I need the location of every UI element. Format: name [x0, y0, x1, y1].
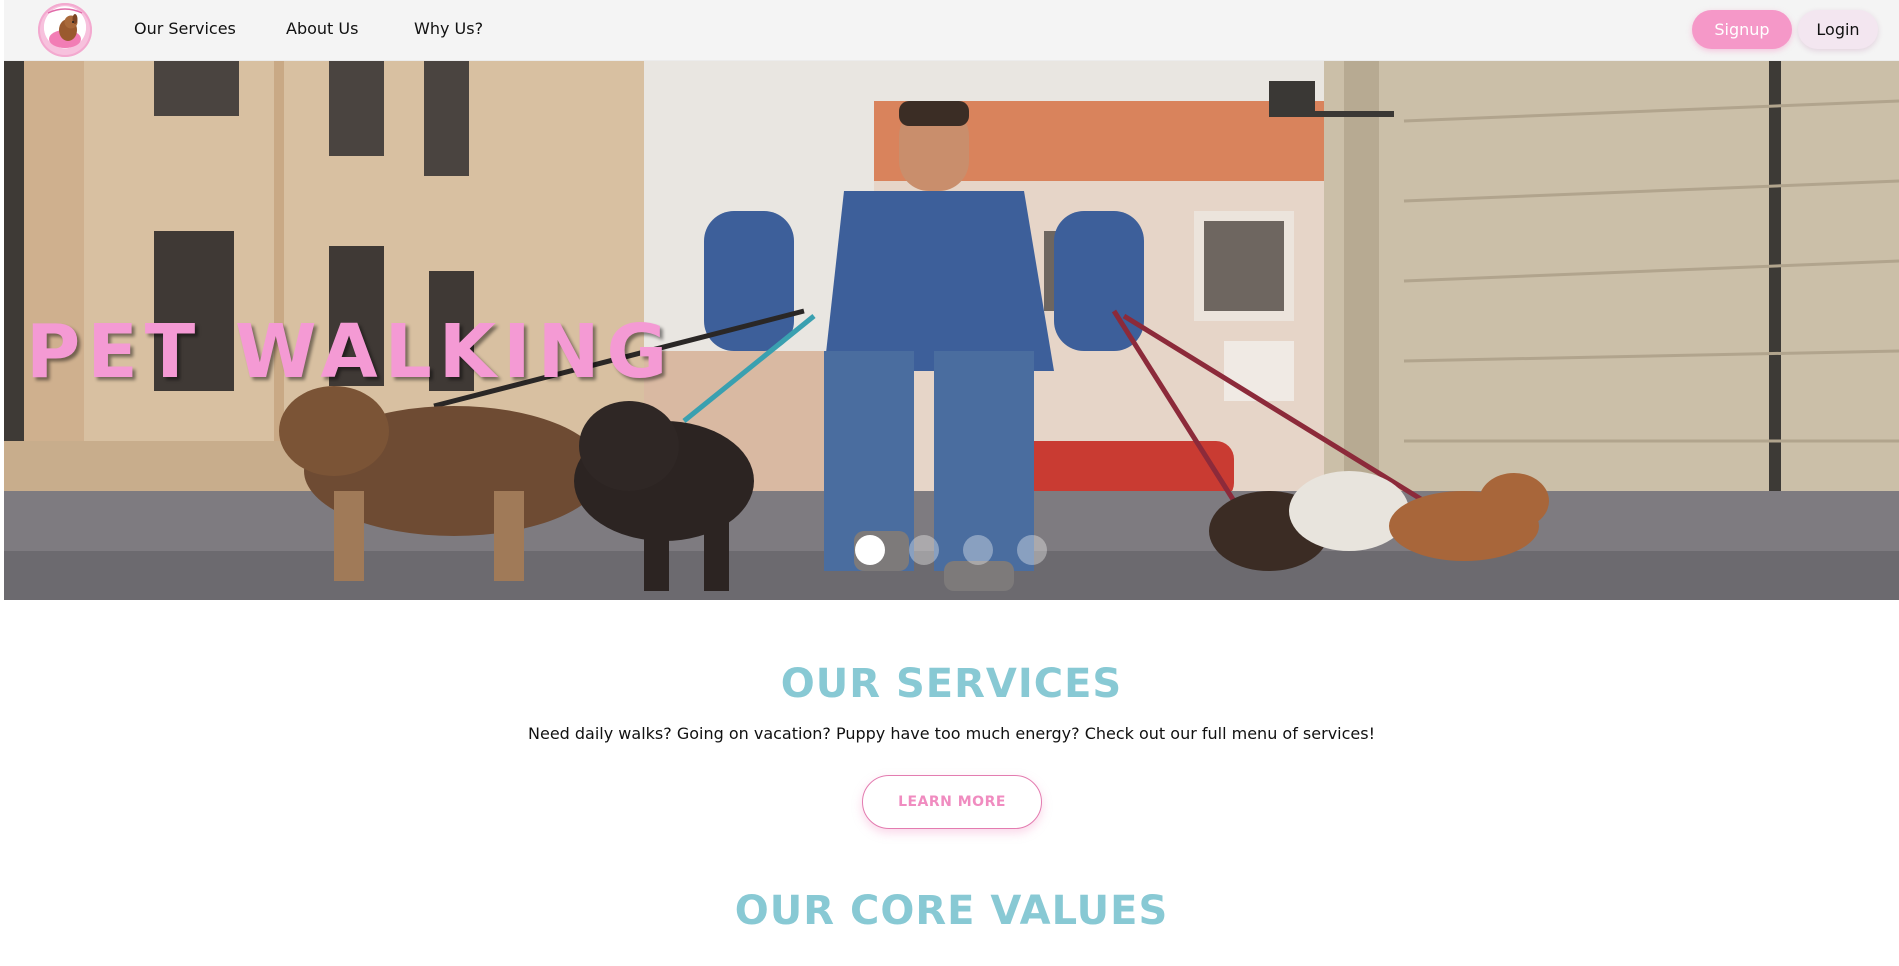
hero-title: PET WALKING	[26, 309, 675, 395]
hero-carousel: PET WALKING	[4, 61, 1899, 600]
navbar: Our Services About Us Why Us? Signup Log…	[4, 0, 1899, 61]
carousel-dot-4[interactable]	[1017, 535, 1047, 565]
carousel-dot-2[interactable]	[909, 535, 939, 565]
carousel-dot-1[interactable]	[855, 535, 885, 565]
learn-more-button[interactable]: LEARN MORE	[862, 775, 1042, 829]
core-values-heading: OUR CORE VALUES	[734, 888, 1169, 934]
nav-our-services[interactable]: Our Services	[134, 19, 236, 38]
signup-button[interactable]: Signup	[1692, 10, 1792, 49]
logo-icon[interactable]	[38, 3, 92, 57]
page: Our Services About Us Why Us? Signup Log…	[4, 0, 1899, 966]
carousel-dot-3[interactable]	[963, 535, 993, 565]
services-heading: OUR SERVICES	[780, 661, 1123, 707]
carousel-indicators	[855, 535, 1047, 565]
nav-why-us[interactable]: Why Us?	[414, 19, 483, 38]
nav-about-us[interactable]: About Us	[286, 19, 358, 38]
services-text: Need daily walks? Going on vacation? Pup…	[528, 724, 1375, 743]
login-button[interactable]: Login	[1798, 10, 1878, 49]
